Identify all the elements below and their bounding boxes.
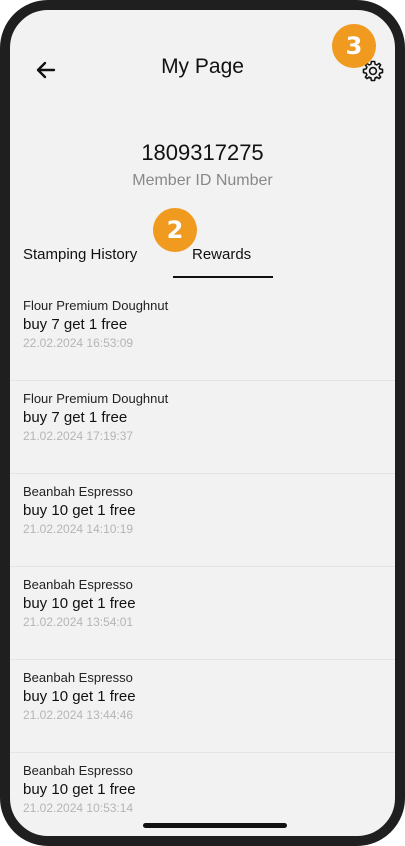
- reward-timestamp: 21.02.2024 14:10:19: [23, 522, 134, 536]
- reward-shop-name: Beanbah Espresso: [23, 484, 133, 499]
- member-info: 1809317275 Member ID Number: [10, 138, 395, 190]
- reward-shop-name: Flour Premium Doughnut: [23, 298, 169, 313]
- phone-frame: My Page 3 1809317275 Member ID Number 2 …: [0, 0, 405, 846]
- screen: My Page 3 1809317275 Member ID Number 2 …: [10, 10, 395, 836]
- reward-description: buy 7 get 1 free: [23, 316, 128, 333]
- reward-timestamp: 21.02.2024 13:54:01: [23, 615, 134, 629]
- member-id-number: 1809317275: [141, 140, 264, 165]
- reward-description: buy 10 get 1 free: [23, 502, 136, 519]
- reward-shop-name: Beanbah Espresso: [23, 763, 133, 778]
- reward-timestamp: 21.02.2024 10:53:14: [23, 801, 134, 815]
- tab-stamping-history[interactable]: Stamping History: [23, 246, 137, 263]
- rewards-list: Flour Premium Doughnut buy 7 get 1 free …: [10, 288, 395, 836]
- reward-description: buy 10 get 1 free: [23, 781, 136, 798]
- step-badge-settings: 3: [332, 24, 376, 68]
- reward-description: buy 10 get 1 free: [23, 595, 136, 612]
- step-badge-rewards-tab: 2: [153, 208, 197, 252]
- home-indicator[interactable]: [143, 823, 287, 828]
- list-item[interactable]: Flour Premium Doughnut buy 7 get 1 free …: [10, 288, 395, 381]
- reward-timestamp: 22.02.2024 16:53:09: [23, 336, 134, 350]
- tab-bar: Stamping History Rewards: [10, 240, 395, 280]
- list-item[interactable]: Beanbah Espresso buy 10 get 1 free 21.02…: [10, 567, 395, 660]
- reward-shop-name: Flour Premium Doughnut: [23, 391, 169, 406]
- reward-shop-name: Beanbah Espresso: [23, 577, 133, 592]
- member-id-caption: Member ID Number: [132, 172, 273, 189]
- tab-rewards[interactable]: Rewards: [192, 246, 251, 263]
- reward-description: buy 7 get 1 free: [23, 409, 128, 426]
- active-tab-indicator: [173, 276, 273, 278]
- header: My Page: [10, 10, 395, 120]
- list-item[interactable]: Beanbah Espresso buy 10 get 1 free 21.02…: [10, 660, 395, 753]
- reward-timestamp: 21.02.2024 17:19:37: [23, 429, 134, 443]
- reward-timestamp: 21.02.2024 13:44:46: [23, 708, 134, 722]
- reward-shop-name: Beanbah Espresso: [23, 670, 133, 685]
- list-item[interactable]: Beanbah Espresso buy 10 get 1 free 21.02…: [10, 474, 395, 567]
- list-item[interactable]: Flour Premium Doughnut buy 7 get 1 free …: [10, 381, 395, 474]
- reward-description: buy 10 get 1 free: [23, 688, 136, 705]
